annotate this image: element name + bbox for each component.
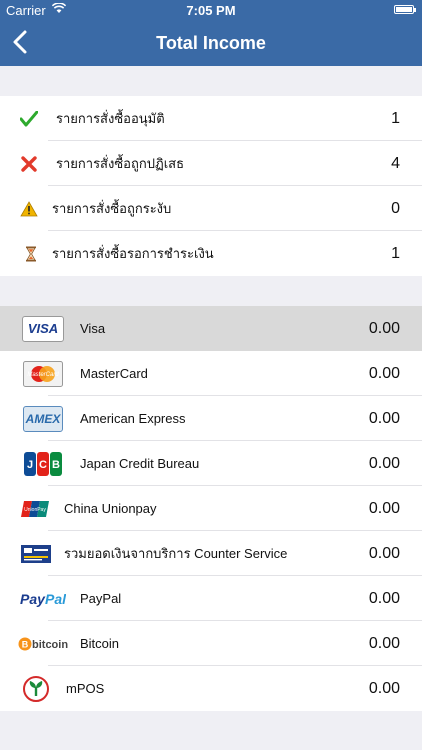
order-status-label: รายการสั่งซื้ออนุมัติ xyxy=(56,111,165,126)
bitcoin-logo: B bitcoin xyxy=(18,621,68,666)
order-status-rejected[interactable]: รายการสั่งซื้อถูกปฏิเสธ 4 xyxy=(0,141,422,186)
hourglass-icon xyxy=(22,231,40,276)
svg-text:Pay: Pay xyxy=(20,591,46,607)
payment-amount: 0.00 xyxy=(368,500,400,517)
order-status-count: 1 xyxy=(391,110,400,127)
payment-method-name: รวมยอดเงินจากบริการ Counter Service xyxy=(64,546,288,561)
jcb-logo: J C B xyxy=(22,441,64,486)
navigation-bar: Total Income xyxy=(0,20,422,66)
counter-service-logo xyxy=(20,531,52,576)
payment-amount: 0.00 xyxy=(368,590,400,607)
kbank-mpos-logo xyxy=(22,666,50,711)
status-bar: Carrier 7:05 PM xyxy=(0,0,422,20)
checkmark-icon xyxy=(18,96,40,141)
payment-method-name: American Express xyxy=(80,411,186,426)
svg-text:C: C xyxy=(39,459,47,471)
payment-row-amex[interactable]: AMEX American Express 0.00 xyxy=(0,396,422,441)
order-status-suspended[interactable]: รายการสั่งซื้อถูกระงับ 0 xyxy=(0,186,422,231)
payment-row-bitcoin[interactable]: B bitcoin Bitcoin 0.00 xyxy=(0,621,422,666)
payment-amount: 0.00 xyxy=(368,545,400,562)
status-time: 7:05 PM xyxy=(186,3,236,18)
order-status-count: 0 xyxy=(391,200,400,217)
cross-icon xyxy=(18,141,40,186)
payment-amount: 0.00 xyxy=(368,455,400,472)
payment-method-list: VISA Visa 0.00 MasterCard MasterCard 0.0… xyxy=(0,306,422,711)
order-status-list: รายการสั่งซื้ออนุมัติ 1 รายการสั่งซื้อถู… xyxy=(0,96,422,276)
order-status-label: รายการสั่งซื้อถูกระงับ xyxy=(52,201,172,216)
payment-row-paypal[interactable]: Pay Pal PayPal 0.00 xyxy=(0,576,422,621)
payment-amount: 0.00 xyxy=(368,410,400,427)
unionpay-logo: UnionPay xyxy=(20,486,50,531)
order-status-awaiting-payment[interactable]: รายการสั่งซื้อรอการชำระเงิน 1 xyxy=(0,231,422,276)
payment-method-name: Visa xyxy=(80,321,106,336)
svg-text:J: J xyxy=(27,459,33,471)
order-status-approved[interactable]: รายการสั่งซื้ออนุมัติ 1 xyxy=(0,96,422,141)
svg-text:bitcoin: bitcoin xyxy=(32,639,68,651)
payment-method-name: PayPal xyxy=(80,591,122,606)
payment-method-name: Japan Credit Bureau xyxy=(80,456,200,471)
mastercard-logo: MasterCard xyxy=(22,351,64,396)
payment-amount: 0.00 xyxy=(368,680,400,697)
warning-icon xyxy=(18,186,40,231)
order-status-label: รายการสั่งซื้อรอการชำระเงิน xyxy=(52,246,214,261)
page-title: Total Income xyxy=(156,33,266,53)
battery-icon xyxy=(394,5,416,14)
payment-method-name: mPOS xyxy=(66,681,105,696)
svg-text:B: B xyxy=(22,639,29,649)
paypal-logo: Pay Pal xyxy=(20,576,66,621)
payment-method-name: MasterCard xyxy=(80,366,148,381)
payment-row-mpos[interactable]: mPOS 0.00 xyxy=(0,666,422,711)
svg-text:Pal: Pal xyxy=(45,591,66,607)
payment-amount: 0.00 xyxy=(368,635,400,652)
payment-row-counter-service[interactable]: รวมยอดเงินจากบริการ Counter Service 0.00 xyxy=(0,531,422,576)
svg-text:B: B xyxy=(52,459,60,471)
payment-row-mastercard[interactable]: MasterCard MasterCard 0.00 xyxy=(0,351,422,396)
payment-method-name: Bitcoin xyxy=(80,636,120,651)
amex-logo: AMEX xyxy=(22,396,64,441)
payment-method-name: China Unionpay xyxy=(64,501,157,516)
svg-text:MasterCard: MasterCard xyxy=(27,372,59,378)
order-status-count: 4 xyxy=(391,155,400,172)
order-status-label: รายการสั่งซื้อถูกปฏิเสธ xyxy=(56,156,185,171)
payment-row-unionpay[interactable]: UnionPay China Unionpay 0.00 xyxy=(0,486,422,531)
payment-amount: 0.00 xyxy=(368,320,400,337)
visa-logo: VISA xyxy=(21,306,65,351)
svg-text:UnionPay: UnionPay xyxy=(24,507,46,513)
payment-row-visa[interactable]: VISA Visa 0.00 xyxy=(0,306,422,351)
payment-amount: 0.00 xyxy=(368,365,400,382)
payment-row-jcb[interactable]: J C B Japan Credit Bureau 0.00 xyxy=(0,441,422,486)
order-status-count: 1 xyxy=(391,245,400,262)
